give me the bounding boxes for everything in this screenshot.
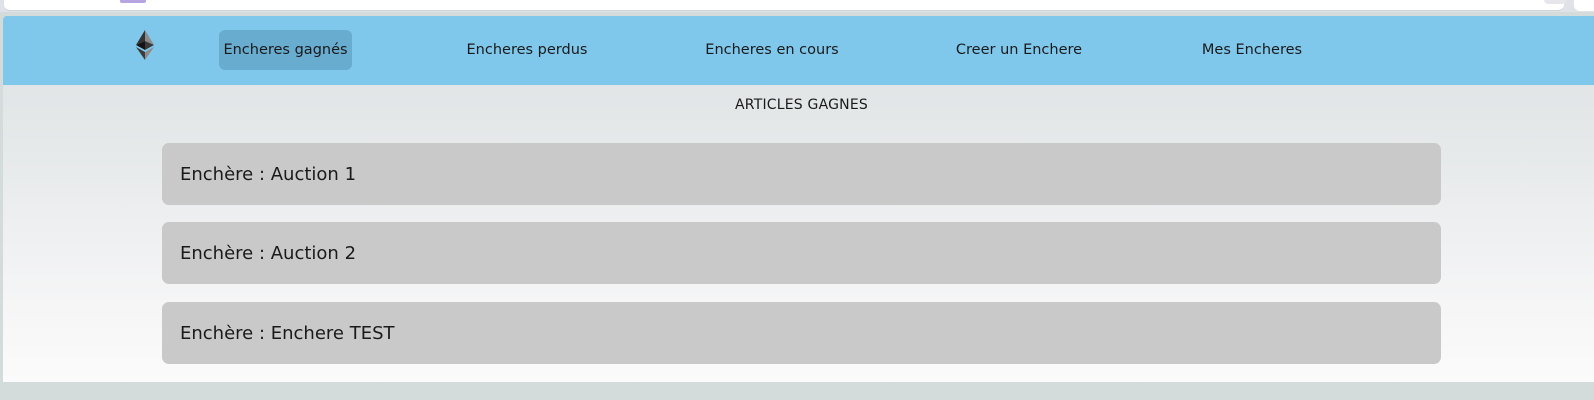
- nav-item-encheres-perdus[interactable]: Encheres perdus: [461, 30, 593, 70]
- page-title: ARTICLES GAGNES: [735, 97, 868, 113]
- auction-card[interactable]: Enchère : Auction 1: [162, 143, 1441, 205]
- auction-card[interactable]: Enchère : Auction 2: [162, 222, 1441, 284]
- address-bar-fragment: [4, 0, 1564, 11]
- tab-indicator: [120, 0, 146, 3]
- nav-item-encheres-gagnes[interactable]: Encheres gagnés: [219, 30, 352, 70]
- browser-top-strip: [0, 0, 1594, 12]
- navbar: Encheres gagnés Encheres perdus Encheres…: [3, 16, 1594, 85]
- nav-item-encheres-en-cours[interactable]: Encheres en cours: [701, 30, 843, 70]
- ethereum-logo-icon[interactable]: [135, 30, 155, 60]
- app-window: Encheres gagnés Encheres perdus Encheres…: [3, 16, 1594, 382]
- auction-card-label: Enchère : Enchere TEST: [180, 322, 395, 344]
- nav-item-creer-enchere[interactable]: Creer un Enchere: [951, 30, 1087, 70]
- auction-card-label: Enchère : Auction 1: [180, 163, 357, 185]
- address-bar-button: [1544, 0, 1566, 4]
- auction-card[interactable]: Enchère : Enchere TEST: [162, 302, 1441, 364]
- toolbar-fragment: [1574, 0, 1594, 11]
- auction-card-label: Enchère : Auction 2: [180, 242, 357, 264]
- nav-item-mes-encheres[interactable]: Mes Encheres: [1195, 30, 1309, 70]
